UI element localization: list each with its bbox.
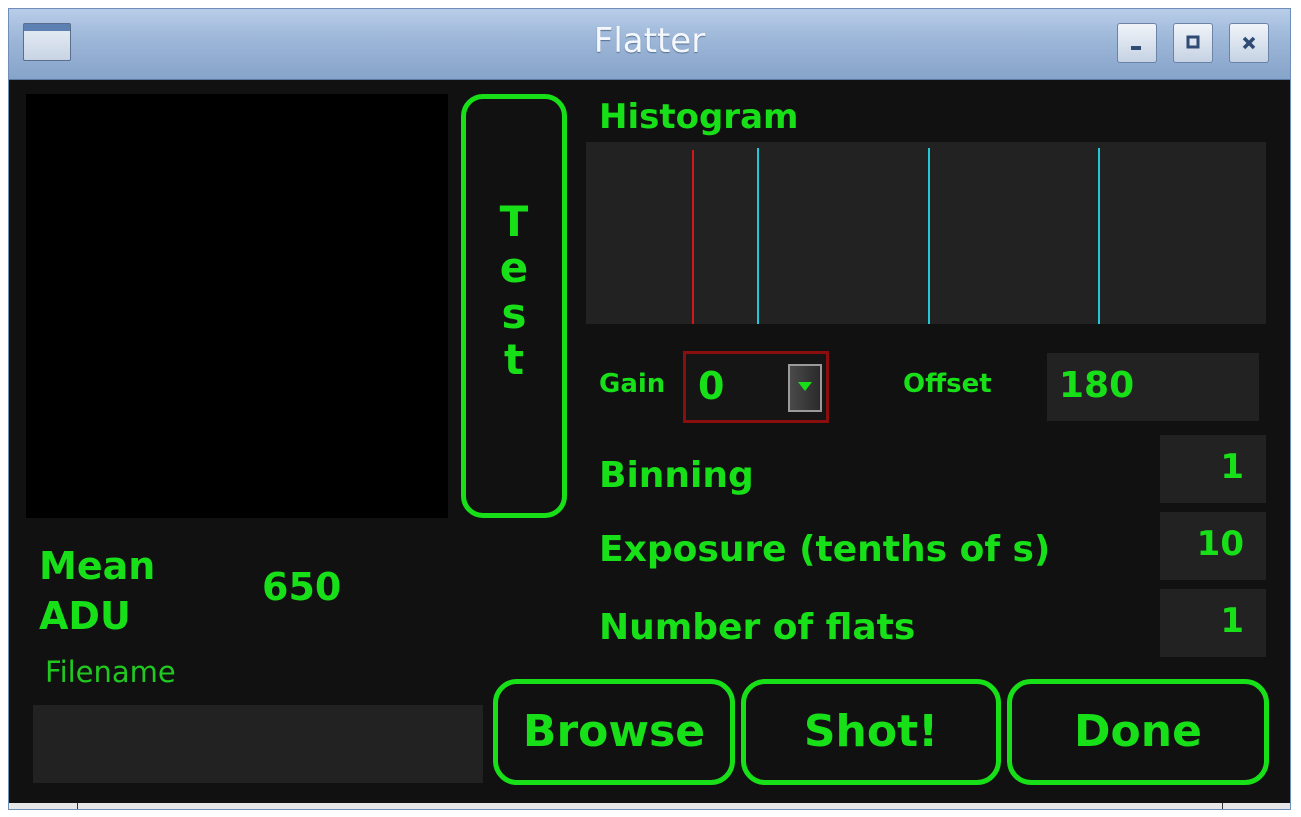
close-button[interactable]: [1229, 23, 1269, 63]
binning-label: Binning: [599, 455, 754, 496]
histogram-marker-cyan: [757, 148, 759, 324]
flatter-window: Flatter T e s t Histogram Gain 0 Offset …: [8, 8, 1291, 810]
binning-field[interactable]: 1: [1160, 435, 1266, 503]
shot-button[interactable]: Shot!: [741, 679, 1001, 785]
exposure-value: 10: [1196, 524, 1244, 564]
exposure-field[interactable]: 10: [1160, 512, 1266, 580]
filename-field[interactable]: [33, 705, 483, 783]
number-of-flats-value: 1: [1220, 601, 1244, 641]
border-tick: [77, 803, 78, 809]
mean-adu-label: Mean ADU: [39, 541, 155, 641]
exposure-label: Exposure (tenths of s): [599, 529, 1051, 570]
test-letter: t: [503, 335, 525, 384]
mean-adu-label-line2: ADU: [39, 594, 131, 638]
test-letter: T: [499, 197, 529, 246]
window-bottom-border: [9, 803, 1290, 809]
test-button-label: T e s t: [466, 199, 562, 383]
maximize-button[interactable]: [1173, 23, 1213, 63]
offset-value: 180: [1059, 365, 1135, 406]
test-button[interactable]: T e s t: [461, 94, 567, 518]
histogram-display: [586, 142, 1266, 324]
offset-label: Offset: [903, 369, 992, 399]
minimize-icon: [1131, 46, 1141, 50]
test-letter: e: [499, 243, 529, 292]
histogram-label: Histogram: [599, 97, 799, 137]
histogram-marker-cyan: [1098, 148, 1100, 324]
border-tick: [1222, 803, 1223, 809]
histogram-marker-red: [692, 150, 694, 324]
histogram-marker-cyan: [928, 148, 930, 324]
title-bar[interactable]: Flatter: [9, 9, 1290, 80]
offset-field[interactable]: 180: [1047, 353, 1259, 421]
done-button[interactable]: Done: [1007, 679, 1269, 785]
close-icon: [1242, 36, 1256, 50]
mean-adu-label-line1: Mean: [39, 544, 156, 588]
number-of-flats-field[interactable]: 1: [1160, 589, 1266, 657]
minimize-button[interactable]: [1117, 23, 1157, 63]
filename-label: Filename: [45, 655, 176, 689]
gain-select[interactable]: 0: [683, 351, 829, 423]
mean-adu-value: 650: [262, 565, 342, 609]
binning-value: 1: [1220, 447, 1244, 487]
number-of-flats-label: Number of flats: [599, 607, 916, 648]
test-letter: s: [501, 289, 527, 338]
gain-label: Gain: [599, 369, 666, 399]
browse-button[interactable]: Browse: [493, 679, 735, 785]
maximize-icon: [1186, 35, 1200, 49]
gain-value: 0: [698, 364, 725, 408]
window-title: Flatter: [593, 21, 706, 61]
image-preview: [26, 94, 448, 518]
dropdown-arrow-icon[interactable]: [788, 364, 822, 412]
